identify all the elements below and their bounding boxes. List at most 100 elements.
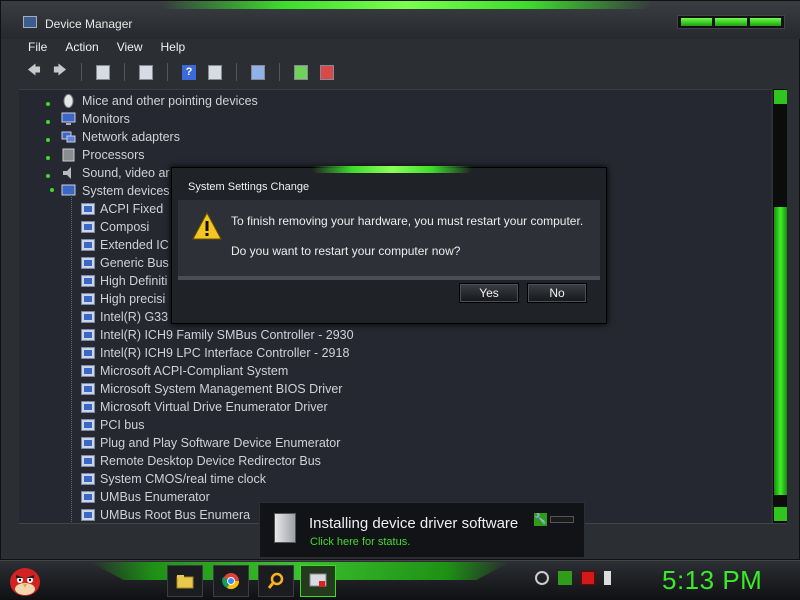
tree-category-label: Network adapters: [82, 130, 180, 144]
tree-device-item[interactable]: Intel(R) ICH9 Family SMBus Controller - …: [81, 326, 354, 344]
tree-device-item[interactable]: UMBus Root Bus Enumera: [81, 506, 250, 523]
tree-device-item[interactable]: UMBus Enumerator: [81, 488, 210, 506]
tree-category-mice[interactable]: Mice and other pointing devices: [61, 92, 258, 110]
device-icon: [81, 401, 95, 413]
tree-category-label: System devices: [82, 184, 170, 198]
dialog-title: System Settings Change: [188, 181, 310, 193]
search-icon[interactable]: [258, 565, 294, 597]
title-bar[interactable]: Device Manager: [1, 1, 800, 39]
network-icon[interactable]: [535, 571, 549, 585]
toolbar-separator: [124, 63, 125, 81]
action-pane-icon[interactable]: [204, 62, 226, 82]
maximize-button[interactable]: [715, 18, 747, 26]
menu-view[interactable]: View: [108, 38, 152, 58]
tree-category-system-devices[interactable]: System devices: [61, 182, 170, 200]
toolbar-separator: [279, 63, 280, 81]
scroll-up-arrow[interactable]: [774, 90, 787, 104]
system-tray: [535, 571, 618, 585]
uninstall-icon[interactable]: [316, 62, 338, 82]
tree-device-item[interactable]: ACPI Fixed: [81, 200, 163, 218]
no-button[interactable]: No: [527, 283, 587, 303]
tree-device-item[interactable]: System CMOS/real time clock: [81, 470, 266, 488]
tree-device-item[interactable]: High precisi: [81, 290, 165, 308]
device-manager-icon[interactable]: [300, 565, 336, 597]
device-icon: [81, 491, 95, 503]
file-explorer-icon[interactable]: [167, 565, 203, 597]
minimize-button[interactable]: [681, 18, 713, 26]
tree-device-item[interactable]: Microsoft ACPI-Compliant System: [81, 362, 288, 380]
tree-device-item[interactable]: Remote Desktop Device Redirector Bus: [81, 452, 321, 470]
yes-button[interactable]: Yes: [459, 283, 519, 303]
action-center-icon[interactable]: [558, 571, 572, 585]
device-icon: [81, 203, 95, 215]
tree-category-label: Monitors: [82, 112, 130, 126]
toolbar-separator: [236, 63, 237, 81]
window-controls: [677, 15, 785, 29]
expand-bullet[interactable]: [46, 102, 50, 106]
notification-status-link[interactable]: Click here for status.: [310, 536, 410, 548]
properties-icon[interactable]: [135, 62, 157, 82]
warning-icon: [192, 212, 222, 240]
volume-icon[interactable]: [604, 571, 618, 585]
device-icon: [81, 455, 95, 467]
device-icon: [81, 473, 95, 485]
expand-bullet[interactable]: [46, 138, 50, 142]
notification-close-button[interactable]: [550, 516, 574, 523]
tree-category-monitors[interactable]: Monitors: [61, 110, 130, 128]
device-label: Intel(R) G33: [100, 310, 169, 324]
tree-device-item[interactable]: Intel(R) ICH9 LPC Interface Controller -…: [81, 344, 349, 362]
device-label: UMBus Root Bus Enumera: [100, 508, 251, 522]
tree-device-item[interactable]: Microsoft System Management BIOS Driver: [81, 380, 342, 398]
tree-device-item[interactable]: Composi: [81, 218, 149, 236]
expand-bullet[interactable]: [46, 120, 50, 124]
device-icon: [81, 509, 95, 521]
help-icon[interactable]: ?: [178, 62, 200, 82]
scroll-thumb[interactable]: [774, 207, 787, 495]
tree-device-item[interactable]: PCI bus: [81, 416, 144, 434]
tree-category-processors[interactable]: Processors: [61, 146, 145, 164]
menu-bar: File Action View Help: [19, 38, 783, 58]
tree-device-item[interactable]: Plug and Play Software Device Enumerator: [81, 434, 340, 452]
system-devices-icon: [61, 184, 76, 196]
desktop: Device Manager File Action View Help 🡄 🡆…: [0, 0, 800, 600]
tree-device-item[interactable]: Generic Bus: [81, 254, 169, 272]
tree-device-item[interactable]: High Definiti: [81, 272, 167, 290]
forward-arrow-icon[interactable]: 🡆: [49, 62, 71, 82]
scroll-down-arrow[interactable]: [774, 507, 787, 521]
tree-category-label: Mice and other pointing devices: [82, 94, 258, 108]
device-installer-icon: [274, 513, 296, 543]
vertical-scrollbar[interactable]: [772, 89, 787, 523]
scan-hardware-icon[interactable]: [247, 62, 269, 82]
menu-file[interactable]: File: [19, 38, 56, 58]
driver-install-notification[interactable]: Installing device driver software Click …: [259, 502, 585, 558]
menu-action[interactable]: Action: [56, 38, 107, 58]
start-button-icon[interactable]: [6, 562, 44, 598]
taskbar-clock[interactable]: 5:13 PM: [662, 565, 762, 596]
tree-category-sound[interactable]: Sound, video ar: [61, 164, 170, 182]
mouse-icon: [63, 94, 74, 108]
tree-device-item[interactable]: Microsoft Virtual Drive Enumerator Drive…: [81, 398, 328, 416]
device-label: Plug and Play Software Device Enumerator: [100, 436, 341, 450]
tree-category-network-adapters[interactable]: Network adapters: [61, 128, 180, 146]
back-arrow-icon[interactable]: 🡄: [23, 62, 45, 82]
collapse-bullet[interactable]: [50, 188, 54, 192]
window-title: Device Manager: [45, 17, 133, 31]
device-label: Microsoft System Management BIOS Driver: [100, 382, 343, 396]
flag-icon[interactable]: [581, 571, 595, 585]
expand-bullet[interactable]: [46, 156, 50, 160]
show-hide-console-tree-icon[interactable]: [92, 62, 114, 82]
update-driver-icon[interactable]: [290, 62, 312, 82]
title-glow-decoration: [161, 1, 651, 9]
device-label: High Definiti: [100, 274, 168, 288]
tree-device-item[interactable]: Extended IC: [81, 236, 169, 254]
device-label: Intel(R) ICH9 Family SMBus Controller - …: [100, 328, 354, 342]
chrome-icon[interactable]: [213, 565, 249, 597]
notification-title: Installing device driver software: [309, 515, 519, 532]
tree-device-item[interactable]: Intel(R) G33: [81, 308, 168, 326]
close-button[interactable]: [749, 18, 781, 26]
toolbar-separator: [167, 63, 168, 81]
menu-help[interactable]: Help: [152, 38, 195, 58]
expand-bullet[interactable]: [46, 174, 50, 178]
device-label: System CMOS/real time clock: [100, 472, 267, 486]
device-icon: [81, 221, 95, 233]
